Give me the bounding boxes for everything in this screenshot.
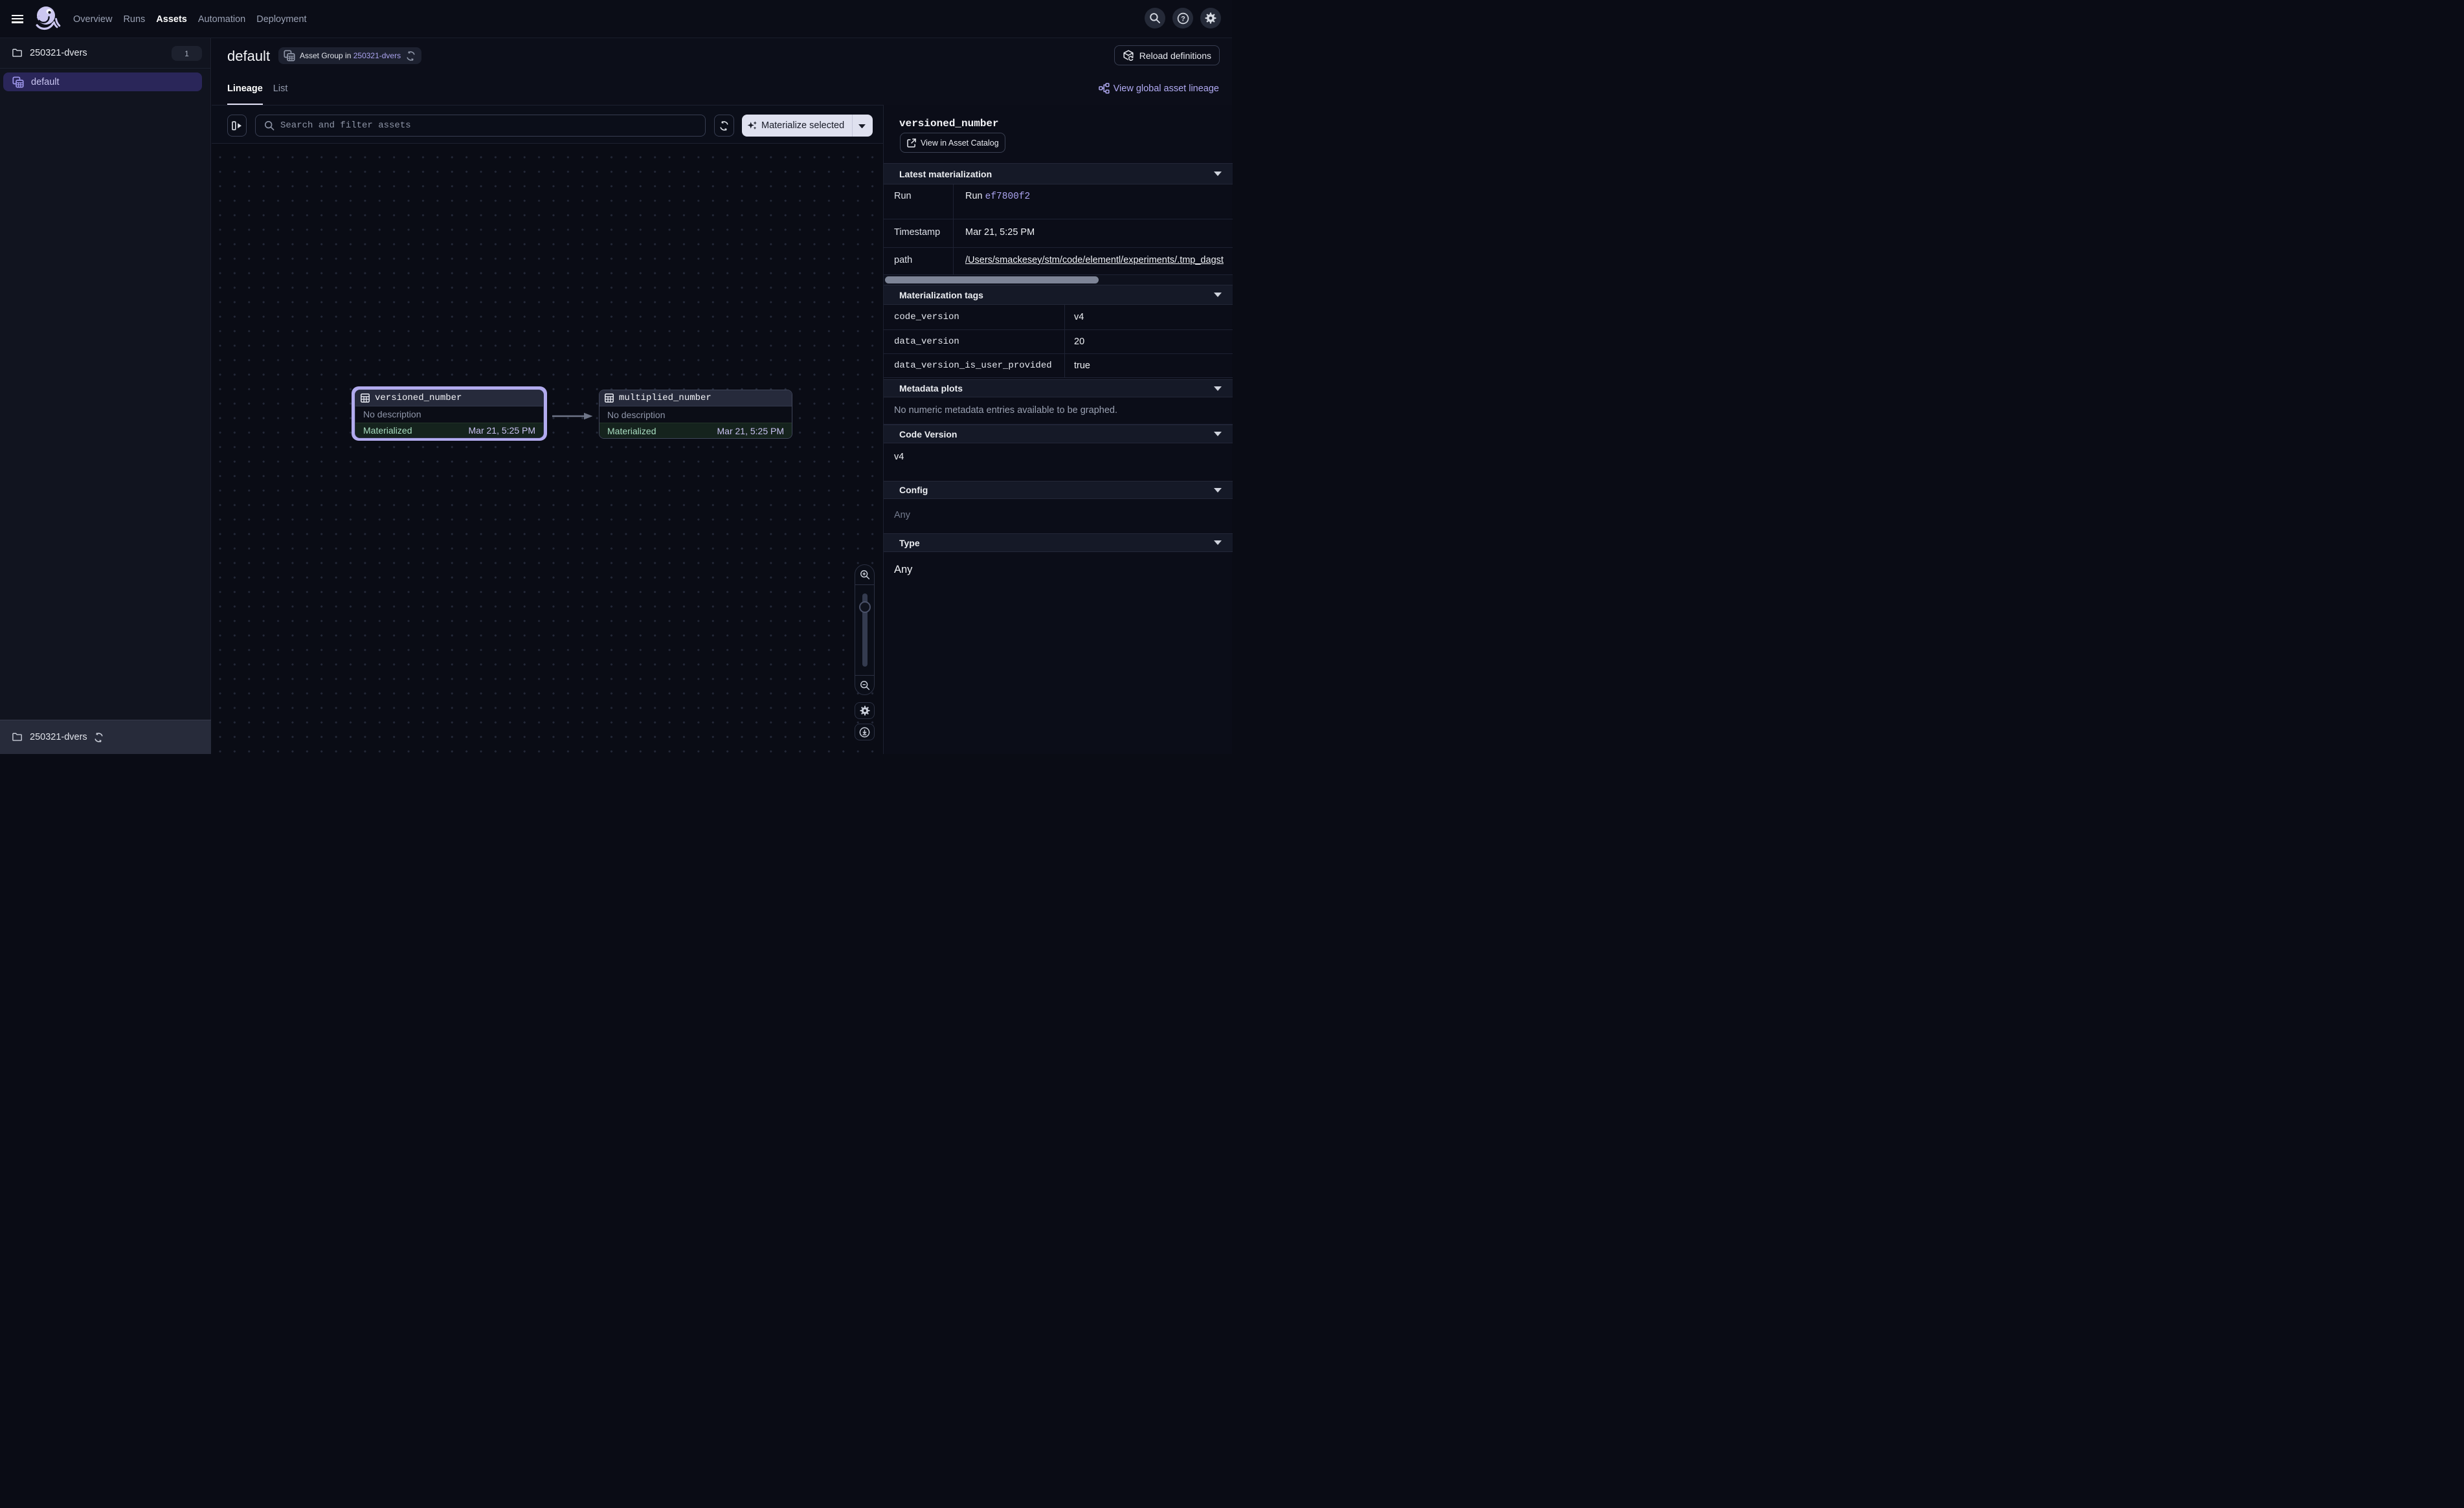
svg-text:?: ? — [1181, 15, 1185, 23]
